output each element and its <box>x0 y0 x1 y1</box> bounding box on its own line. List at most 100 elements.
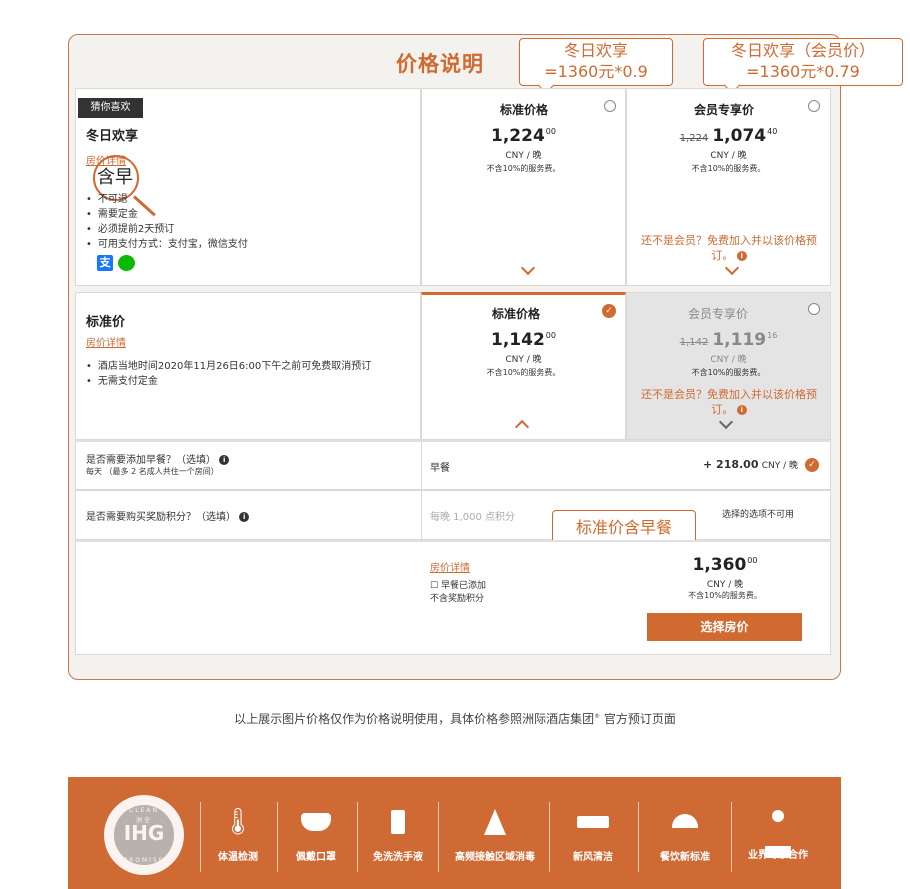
info-icon[interactable]: i <box>239 512 250 522</box>
rate-2-join-promo[interactable]: 还不是会员？免费加入并以该价格预订。 i <box>640 387 818 417</box>
rate-2-bullet: 无需支付定金 <box>86 372 158 387</box>
price-decimal: 00 <box>545 127 556 136</box>
feature-temperature: 🌡 体温检测 <box>195 804 281 863</box>
callout-text: 标准价含早餐 <box>575 518 672 537</box>
callout-line-1: 冬日欢享 <box>563 41 628 60</box>
rate-1-standard-unit: CNY / 晚 <box>505 151 542 161</box>
summary-no-points: 不含奖励积分 <box>430 594 485 604</box>
feature-label: 高频接触区域消毒 <box>455 852 535 863</box>
air-conditioner-icon <box>550 804 636 840</box>
price-integer: 1,119 <box>712 330 767 350</box>
expert-icon <box>735 804 821 858</box>
disclaimer-text-2: 官方预订页面 <box>600 712 676 726</box>
price-integer: 1,360 <box>692 555 747 575</box>
rate-1-standard-radio[interactable] <box>604 100 616 112</box>
feature-label: 新风清洁 <box>573 852 613 863</box>
rate-1-standard-price: 1,22400 <box>421 126 626 146</box>
rate-2-standard-fee: 不含10%的服务费。 <box>486 368 561 377</box>
rate-2-standard-price: 1,14200 <box>421 330 626 350</box>
points-question-text: 是否需要购买奖励积分？（选填） <box>86 512 236 523</box>
rate-1-join-promo[interactable]: 还不是会员？免费加入并以该价格预订。 i <box>640 233 818 263</box>
rate-1-member-title: 会员专享价 <box>693 103 754 117</box>
hand-sanitizer-icon <box>355 804 441 840</box>
info-icon[interactable]: i <box>219 455 230 465</box>
price-decimal: 40 <box>767 127 778 136</box>
rate-2-details-link[interactable]: 房价详情 <box>86 334 126 349</box>
breakfast-selected-check-icon[interactable]: ✓ <box>805 458 819 472</box>
breakfast-price-value: + 218.00 <box>703 458 759 471</box>
summary-fee: 不含10%的服务费。 <box>688 591 762 600</box>
rate-2-member-fee: 不含10%的服务费。 <box>691 368 766 377</box>
feature-dining: 餐饮新标准 <box>642 804 728 863</box>
feature-experts: 业界专家合作 <box>735 804 821 861</box>
rate-1-bullet: 必须提前2天预订 <box>86 220 174 235</box>
rate-1-member-unit: CNY / 晚 <box>710 151 747 161</box>
summary-details-link[interactable]: 房价详情 <box>430 559 470 574</box>
selected-check-icon[interactable]: ✓ <box>602 304 616 318</box>
price-decimal: 16 <box>767 331 778 340</box>
rate-1-bullet: 需要定金 <box>86 205 138 220</box>
original-price: 1,142 <box>679 337 709 348</box>
rate-2-standard-title: 标准价格 <box>491 307 540 321</box>
divider <box>731 802 732 872</box>
price-decimal: 00 <box>747 556 758 565</box>
breakfast-price: + 218.00 CNY / 晚 <box>703 458 798 471</box>
join-promo-text[interactable]: 还不是会员？免费加入并以该价格预订。 <box>641 388 817 416</box>
price-integer: 1,142 <box>491 330 545 350</box>
breakfast-question: 是否需要添加早餐？（选填） i <box>86 451 230 466</box>
seal-cn-text: 洲全 <box>135 817 152 824</box>
rate-1-member-fee: 不含10%的服务费。 <box>691 164 766 173</box>
seal-top-text: CLEAN <box>129 807 159 814</box>
rate-1-bullet: 不可退 <box>86 190 128 205</box>
wechat-pay-icon <box>118 255 135 271</box>
select-rate-button[interactable]: 选择房价 <box>647 613 802 641</box>
price-integer: 1,224 <box>491 126 545 146</box>
join-promo-text[interactable]: 还不是会员？免费加入并以该价格预订。 <box>641 234 817 262</box>
feature-label: 业界专家合作 <box>748 850 808 861</box>
ihg-clean-promise-logo: CLEAN IHG 洲全 PROMISE <box>104 795 184 875</box>
food-cloche-icon <box>642 804 728 840</box>
member-rate-callout: 冬日欢享（会员价） =1360元*0.79 <box>703 38 903 94</box>
recommend-tag: 猜你喜欢 <box>78 98 143 118</box>
breakfast-price-unit: CNY / 晚 <box>761 461 798 471</box>
rate-1-bullet: 可用支付方式：支付宝，微信支付 <box>86 235 248 250</box>
seal-bottom-text: PROMISE <box>123 857 165 864</box>
rate-2-member-title: 会员专享价 <box>687 307 748 321</box>
summary-unit: CNY / 晚 <box>706 580 744 590</box>
rate-2-member-price: 1,142 1,11916 <box>626 330 831 350</box>
spray-bottle-icon <box>450 804 540 840</box>
feature-disinfection: 高频接触区域消毒 <box>450 804 540 863</box>
panel-title: 价格说明 <box>396 52 484 76</box>
price-disclaimer: 以上展示图片价格仅作为价格说明使用，具体价格参照洲际酒店集团® 官方预订页面 <box>0 710 910 727</box>
rate-2-member-unit: CNY / 晚 <box>710 355 747 365</box>
rate-2-name: 标准价 <box>86 315 126 330</box>
mask-icon <box>273 804 359 840</box>
breakfast-note: 每天 （最多 2 名成人共住一个房间） <box>86 467 219 476</box>
points-option-label: 每晚 1,000 点积分 <box>430 512 515 523</box>
rate-2-member-radio[interactable] <box>808 303 820 315</box>
breakfast-included-highlight: 含早 <box>97 167 133 188</box>
feature-label: 佩戴口罩 <box>296 852 336 863</box>
info-icon[interactable]: i <box>736 405 747 415</box>
summary-line-1: 早餐已添加 <box>440 581 486 591</box>
rate-1-member-price: 1,224 1,07440 <box>626 126 831 146</box>
rate-1-name: 冬日欢享 <box>86 129 139 144</box>
divider <box>638 802 639 872</box>
price-integer: 1,074 <box>712 126 767 146</box>
winter-rate-callout: 冬日欢享 =1360元*0.9 <box>519 38 673 94</box>
original-price: 1,224 <box>679 133 709 144</box>
info-icon[interactable]: i <box>736 251 747 261</box>
rate-1-standard-title: 标准价格 <box>499 103 548 117</box>
feature-fresh-air: 新风清洁 <box>550 804 636 863</box>
summary-total-price: 1,36000 <box>640 555 810 575</box>
price-decimal: 00 <box>545 331 556 340</box>
rate-1-member-radio[interactable] <box>808 100 820 112</box>
points-unavailable-status: 选择的选项不可用 <box>722 510 795 520</box>
feature-sanitizer: 免洗洗手液 <box>355 804 441 863</box>
feature-label: 体温检测 <box>218 852 258 863</box>
feature-label: 免洗洗手液 <box>373 852 423 863</box>
thermometer-icon: 🌡 <box>221 807 255 837</box>
rate-2-bullet: 酒店当地时间2020年11月26日6:00下午之前可免费取消预订 <box>86 357 371 372</box>
summary-breakfast-added: ☐ 早餐已添加 <box>430 578 486 591</box>
disclaimer-text: 以上展示图片价格仅作为价格说明使用，具体价格参照洲际酒店集团 <box>234 712 595 726</box>
